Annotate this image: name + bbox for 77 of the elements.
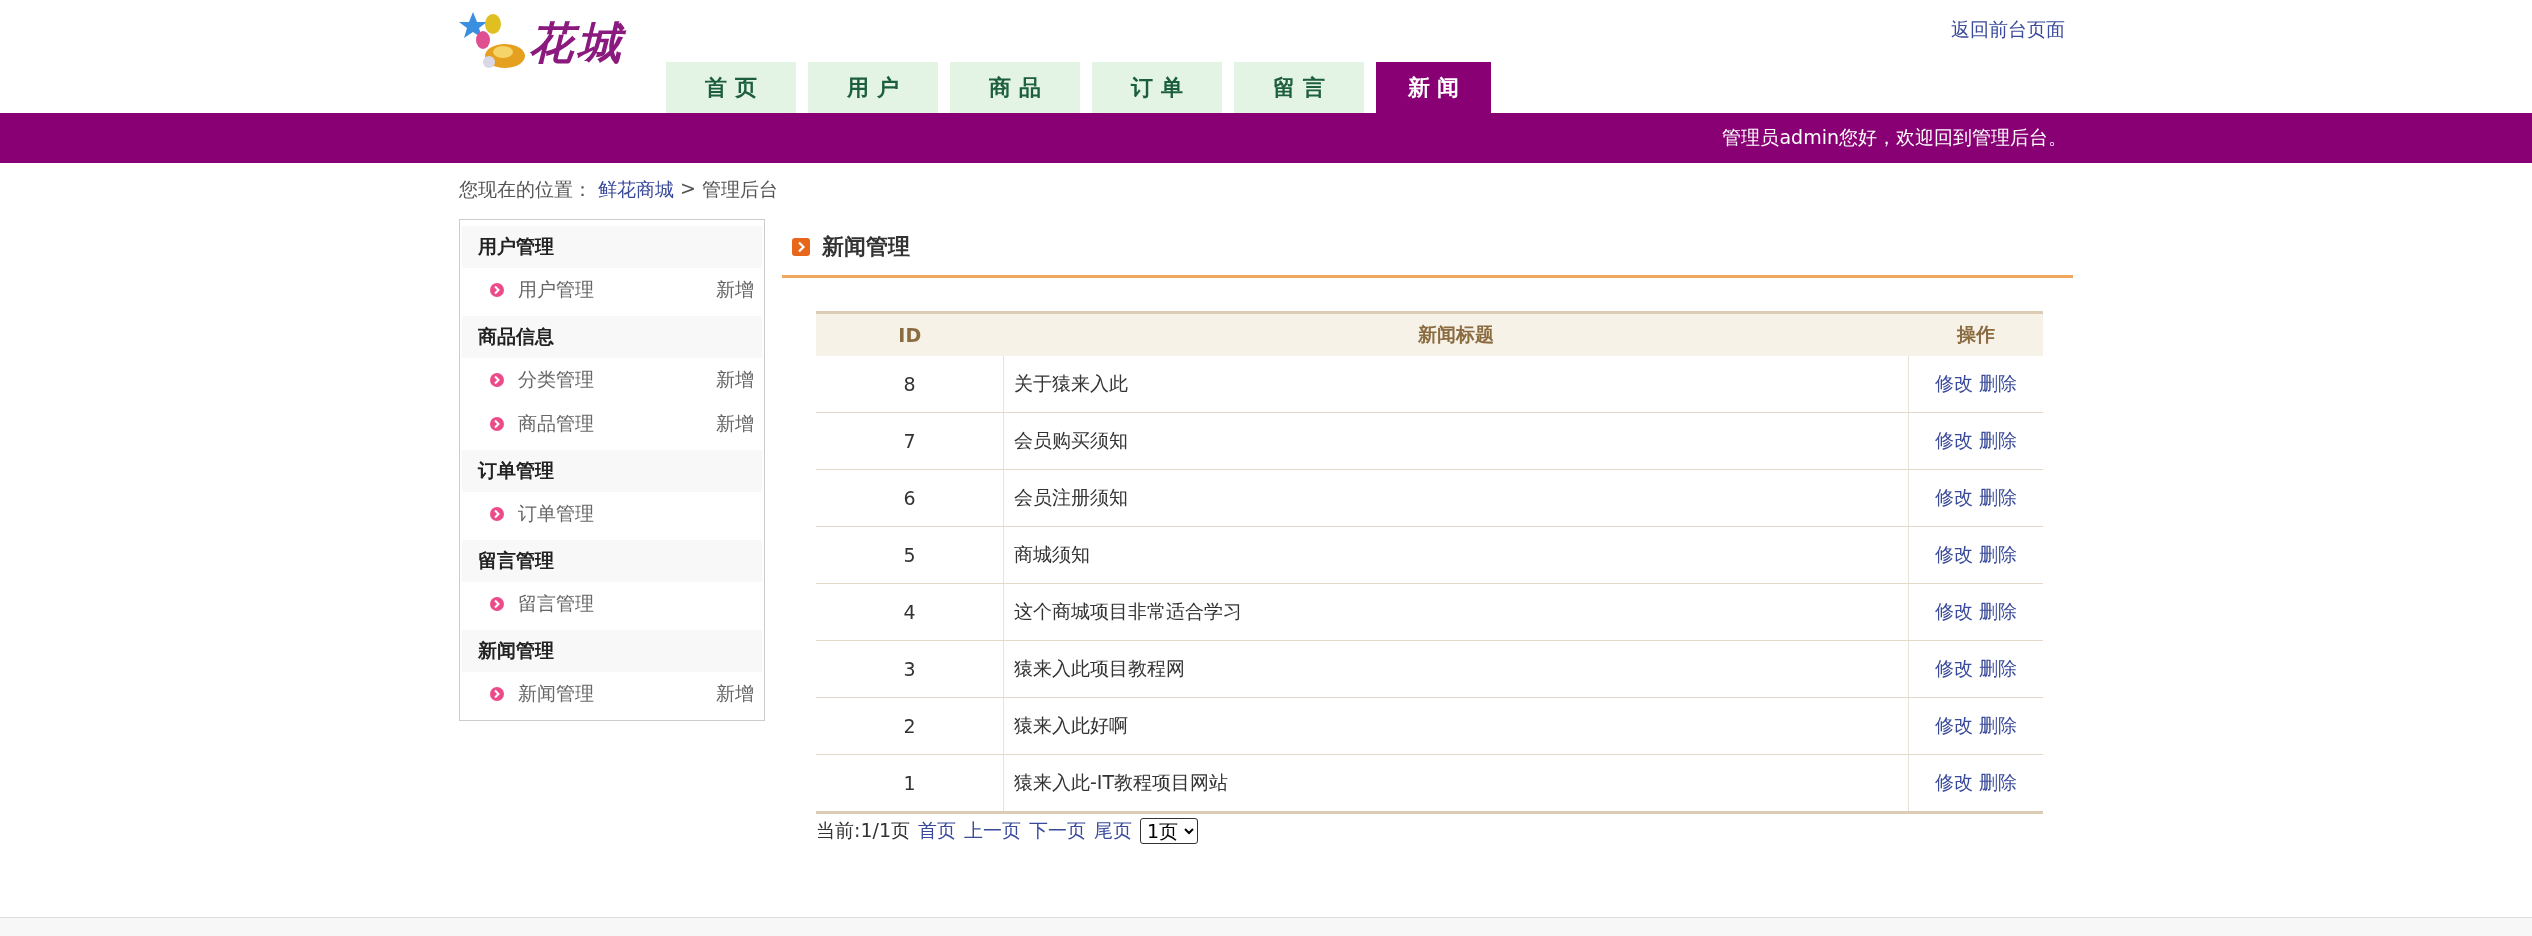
table-cell: 商城须知 — [1003, 526, 1909, 584]
table-cell: 会员购买须知 — [1003, 412, 1909, 470]
breadcrumb-separator: > — [680, 177, 696, 201]
sidebar-link[interactable]: 订单管理 — [518, 501, 754, 527]
delete-link[interactable]: 删除 — [1979, 372, 2017, 394]
back-link[interactable]: 返回前台页面 — [1951, 17, 2065, 43]
page-link[interactable]: 上一页 — [964, 818, 1021, 844]
page-status: 当前:1/1页 — [816, 818, 910, 843]
sidebar-link[interactable]: 用户管理 — [518, 277, 716, 303]
sidebar-group-title: 留言管理 — [462, 540, 762, 582]
table-cell: 8 — [816, 356, 1004, 413]
table-cell: 猿来入此项目教程网 — [1003, 640, 1909, 698]
chevron-circle-icon — [490, 597, 504, 611]
chevron-circle-icon — [490, 687, 504, 701]
breadcrumb-label: 您现在的位置： — [459, 177, 592, 202]
table-cell: 会员注册须知 — [1003, 469, 1909, 527]
nav-tab[interactable]: 留 言 — [1234, 62, 1364, 113]
table-cell: 1 — [816, 754, 1004, 813]
add-link[interactable]: 新增 — [716, 411, 754, 437]
edit-link[interactable]: 修改 — [1935, 714, 1973, 736]
add-link[interactable]: 新增 — [716, 277, 754, 303]
delete-link[interactable]: 删除 — [1979, 429, 2017, 451]
add-link[interactable]: 新增 — [716, 681, 754, 707]
breadcrumb-current: 管理后台 — [701, 177, 778, 202]
sidebar-link[interactable]: 新闻管理 — [518, 681, 716, 707]
table-cell: 5 — [816, 526, 1004, 584]
nav-tab[interactable]: 新 闻 — [1376, 62, 1491, 113]
column-header: ID — [816, 312, 1004, 356]
edit-link[interactable]: 修改 — [1935, 771, 1973, 793]
chevron-circle-icon — [490, 283, 504, 297]
sidebar-group-title: 商品信息 — [462, 316, 762, 358]
chevron-circle-icon — [490, 417, 504, 431]
nav-tab[interactable]: 首 页 — [666, 62, 796, 113]
delete-link[interactable]: 删除 — [1979, 543, 2017, 565]
logo-text: 花城 — [529, 15, 625, 70]
nav-tab[interactable]: 用 户 — [808, 62, 938, 113]
table-cell: 7 — [816, 412, 1004, 470]
page-link[interactable]: 下一页 — [1029, 818, 1086, 844]
table-cell: 这个商城项目非常适合学习 — [1003, 583, 1909, 641]
column-header: 新闻标题 — [1003, 312, 1909, 356]
delete-link[interactable]: 删除 — [1979, 486, 2017, 508]
delete-link[interactable]: 删除 — [1979, 771, 2017, 793]
table-cell: 猿来入此-IT教程项目网站 — [1003, 754, 1909, 813]
edit-link[interactable]: 修改 — [1935, 600, 1973, 622]
edit-link[interactable]: 修改 — [1935, 543, 1973, 565]
table-cell: 4 — [816, 583, 1004, 641]
page-link[interactable]: 首页 — [918, 818, 956, 844]
nav-tab[interactable]: 商 品 — [950, 62, 1080, 113]
sidebar-group-title: 订单管理 — [462, 450, 762, 492]
delete-link[interactable]: 删除 — [1979, 657, 2017, 679]
page-link[interactable]: 尾页 — [1094, 818, 1132, 844]
nav-tab[interactable]: 订 单 — [1092, 62, 1222, 113]
breadcrumb-link[interactable]: 鲜花商城 — [598, 177, 674, 203]
table-cell: 关于猿来入此 — [1003, 356, 1909, 413]
sidebar-group-title: 用户管理 — [462, 226, 762, 268]
add-link[interactable]: 新增 — [716, 367, 754, 393]
table-cell: 2 — [816, 697, 1004, 755]
edit-link[interactable]: 修改 — [1935, 486, 1973, 508]
sidebar-group-title: 新闻管理 — [462, 630, 762, 672]
sidebar-link[interactable]: 留言管理 — [518, 591, 754, 617]
welcome-text: 管理员admin您好，欢迎回到管理后台。 — [1722, 125, 2067, 150]
edit-link[interactable]: 修改 — [1935, 372, 1973, 394]
arrow-square-icon — [792, 238, 810, 256]
delete-link[interactable]: 删除 — [1979, 714, 2017, 736]
edit-link[interactable]: 修改 — [1935, 429, 1973, 451]
column-header: 操作 — [1908, 312, 2043, 356]
page-select[interactable]: 1页 — [1140, 818, 1198, 844]
table-cell: 6 — [816, 469, 1004, 527]
chevron-circle-icon — [490, 507, 504, 521]
table-cell: 3 — [816, 640, 1004, 698]
table-cell: 猿来入此好啊 — [1003, 697, 1909, 755]
edit-link[interactable]: 修改 — [1935, 657, 1973, 679]
section-title: 新闻管理 — [822, 233, 910, 261]
sidebar-link[interactable]: 商品管理 — [518, 411, 716, 437]
sidebar-link[interactable]: 分类管理 — [518, 367, 716, 393]
chevron-circle-icon — [490, 373, 504, 387]
delete-link[interactable]: 删除 — [1979, 600, 2017, 622]
